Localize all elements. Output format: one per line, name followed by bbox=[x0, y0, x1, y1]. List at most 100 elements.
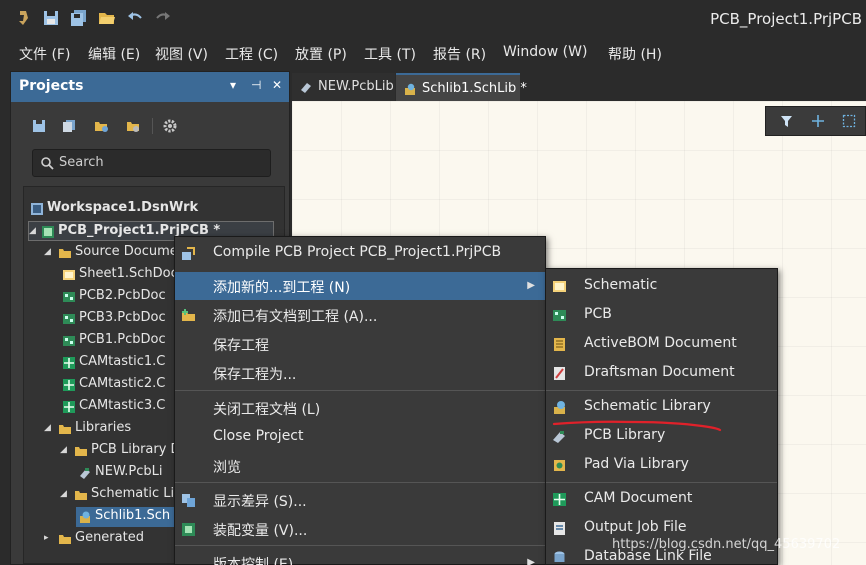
submenu-schematic[interactable]: Schematic bbox=[546, 272, 777, 300]
watermark: https://blog.csdn.net/qq_45639702 bbox=[612, 537, 841, 552]
submenu-draftsman[interactable]: Draftsman Document bbox=[546, 359, 777, 387]
app-logo-icon[interactable] bbox=[14, 9, 32, 27]
expand-arrow-icon: ◢ bbox=[60, 489, 67, 499]
add-new-submenu: Schematic PCB ActiveBOM Document Draftsm… bbox=[545, 268, 778, 565]
outjob-icon bbox=[554, 522, 565, 535]
menu-project[interactable]: 工程 (C) bbox=[225, 44, 278, 64]
open-folder-icon[interactable] bbox=[98, 9, 116, 27]
expand-arrow-icon: ◢ bbox=[44, 247, 51, 257]
menu-help[interactable]: 帮助 (H) bbox=[608, 44, 662, 64]
cam-doc-icon bbox=[63, 401, 75, 413]
menu-edit[interactable]: 编辑 (E) bbox=[88, 44, 140, 64]
schlib-icon bbox=[554, 401, 565, 414]
padvia-icon bbox=[554, 460, 565, 471]
schematic-doc-icon bbox=[63, 270, 75, 280]
gear-icon[interactable] bbox=[163, 119, 177, 133]
menu-close-project[interactable]: Close Project bbox=[175, 423, 545, 451]
tab-schlib1[interactable]: Schlib1.SchLib * bbox=[396, 73, 527, 101]
menu-file[interactable]: 文件 (F) bbox=[19, 44, 70, 64]
schlib-icon bbox=[405, 83, 415, 95]
panel-menu-icon[interactable]: ▾ bbox=[230, 78, 236, 92]
submenu-arrow-icon: ▶ bbox=[527, 280, 535, 291]
diff-icon bbox=[182, 494, 195, 507]
expand-arrow-icon: ▸ bbox=[44, 533, 49, 543]
menu-separator bbox=[175, 545, 545, 546]
menu-reports[interactable]: 报告 (R) bbox=[433, 44, 486, 64]
submenu-pad-via-library[interactable]: Pad Via Library bbox=[546, 451, 777, 479]
menu-version-control[interactable]: 版本控制 (E) ▶ bbox=[175, 549, 545, 565]
menu-separator bbox=[175, 390, 545, 391]
menu-place[interactable]: 放置 (P) bbox=[295, 44, 347, 64]
submenu-pcb[interactable]: PCB bbox=[546, 301, 777, 329]
folder-add-icon[interactable] bbox=[94, 119, 108, 133]
workspace-icon bbox=[31, 203, 43, 215]
expand-arrow-icon: ◢ bbox=[29, 226, 36, 236]
menu-save-project[interactable]: 保存工程 bbox=[175, 330, 545, 358]
undo-icon[interactable] bbox=[126, 9, 144, 27]
menu-save-project-as[interactable]: 保存工程为... bbox=[175, 359, 545, 387]
red-annotation-underline bbox=[552, 420, 722, 432]
filter-icon[interactable] bbox=[780, 115, 793, 128]
folder-icon bbox=[59, 249, 71, 258]
document-tabs: NEW.PcbLib Schlib1.SchLib * bbox=[292, 71, 866, 101]
submenu-arrow-icon: ▶ bbox=[527, 557, 535, 565]
add-doc-icon bbox=[182, 309, 195, 321]
panel-title: Projects bbox=[19, 78, 84, 94]
tree-item-workspace[interactable]: Workspace1.DsnWrk bbox=[28, 199, 284, 219]
pcb-doc-icon bbox=[63, 336, 75, 346]
menu-view[interactable]: 视图 (V) bbox=[155, 44, 208, 64]
pcb-doc-icon bbox=[63, 292, 75, 302]
pcb-doc-icon bbox=[63, 314, 75, 324]
draftsman-icon bbox=[554, 367, 565, 380]
panel-header: Projects ▾ ⊣ ✕ bbox=[11, 72, 289, 102]
cam-doc-icon bbox=[63, 357, 75, 369]
menu-add-existing-document[interactable]: 添加已有文档到工程 (A)... bbox=[175, 301, 545, 329]
menu-separator bbox=[546, 390, 777, 391]
save-icon[interactable] bbox=[42, 9, 60, 27]
search-placeholder: Search bbox=[59, 155, 104, 170]
menu-explore[interactable]: 浏览 bbox=[175, 452, 545, 480]
add-icon[interactable] bbox=[811, 114, 825, 128]
menu-window[interactable]: Window (W) bbox=[503, 44, 587, 60]
submenu-activebom[interactable]: ActiveBOM Document bbox=[546, 330, 777, 358]
expand-arrow-icon: ◢ bbox=[60, 445, 67, 455]
canvas-toolbar bbox=[765, 106, 866, 136]
menu-separator bbox=[546, 482, 777, 483]
folder-settings-icon[interactable] bbox=[126, 119, 140, 133]
pcblib-icon bbox=[301, 83, 311, 93]
save-icon[interactable] bbox=[32, 119, 46, 133]
compile-icon bbox=[182, 247, 195, 260]
folder-icon bbox=[59, 535, 71, 544]
menu-show-differences[interactable]: 显示差异 (S)... bbox=[175, 486, 545, 514]
dblink-icon bbox=[554, 551, 565, 562]
schematic-icon bbox=[553, 281, 566, 292]
menu-assembly-variants[interactable]: 装配变量 (V)... bbox=[175, 515, 545, 543]
save-all-icon[interactable] bbox=[70, 9, 88, 27]
pin-icon[interactable]: ⊣ bbox=[251, 78, 261, 92]
toolbar-divider bbox=[152, 118, 153, 134]
expand-arrow-icon: ◢ bbox=[44, 423, 51, 433]
search-input[interactable]: Search bbox=[32, 149, 271, 177]
select-rect-icon[interactable] bbox=[842, 114, 856, 128]
menu-compile-project[interactable]: Compile PCB Project PCB_Project1.PrjPCB bbox=[175, 239, 545, 267]
schlib-icon bbox=[80, 511, 90, 523]
pcb-project-icon bbox=[42, 226, 54, 238]
project-context-menu: Compile PCB Project PCB_Project1.PrjPCB … bbox=[174, 236, 546, 565]
bom-icon bbox=[554, 338, 565, 351]
copy-icon[interactable] bbox=[62, 119, 76, 133]
menu-tools[interactable]: 工具 (T) bbox=[364, 44, 416, 64]
search-icon bbox=[41, 157, 54, 170]
title-bar: PCB_Project1.PrjPCB bbox=[0, 0, 866, 38]
pcb-icon bbox=[553, 310, 566, 321]
tab-new-pcblib[interactable]: NEW.PcbLib bbox=[292, 73, 395, 101]
submenu-schematic-library[interactable]: Schematic Library bbox=[546, 393, 777, 421]
menu-add-new-to-project[interactable]: 添加新的...到工程 (N) ▶ bbox=[175, 272, 545, 300]
cam-icon bbox=[553, 493, 566, 506]
menu-close-project-documents[interactable]: 关闭工程文档 (L) bbox=[175, 394, 545, 422]
close-icon[interactable]: ✕ bbox=[272, 78, 282, 92]
menu-separator bbox=[175, 482, 545, 483]
folder-icon bbox=[75, 491, 87, 500]
submenu-cam-document[interactable]: CAM Document bbox=[546, 485, 777, 513]
redo-icon[interactable] bbox=[154, 9, 172, 27]
folder-icon bbox=[75, 447, 87, 456]
